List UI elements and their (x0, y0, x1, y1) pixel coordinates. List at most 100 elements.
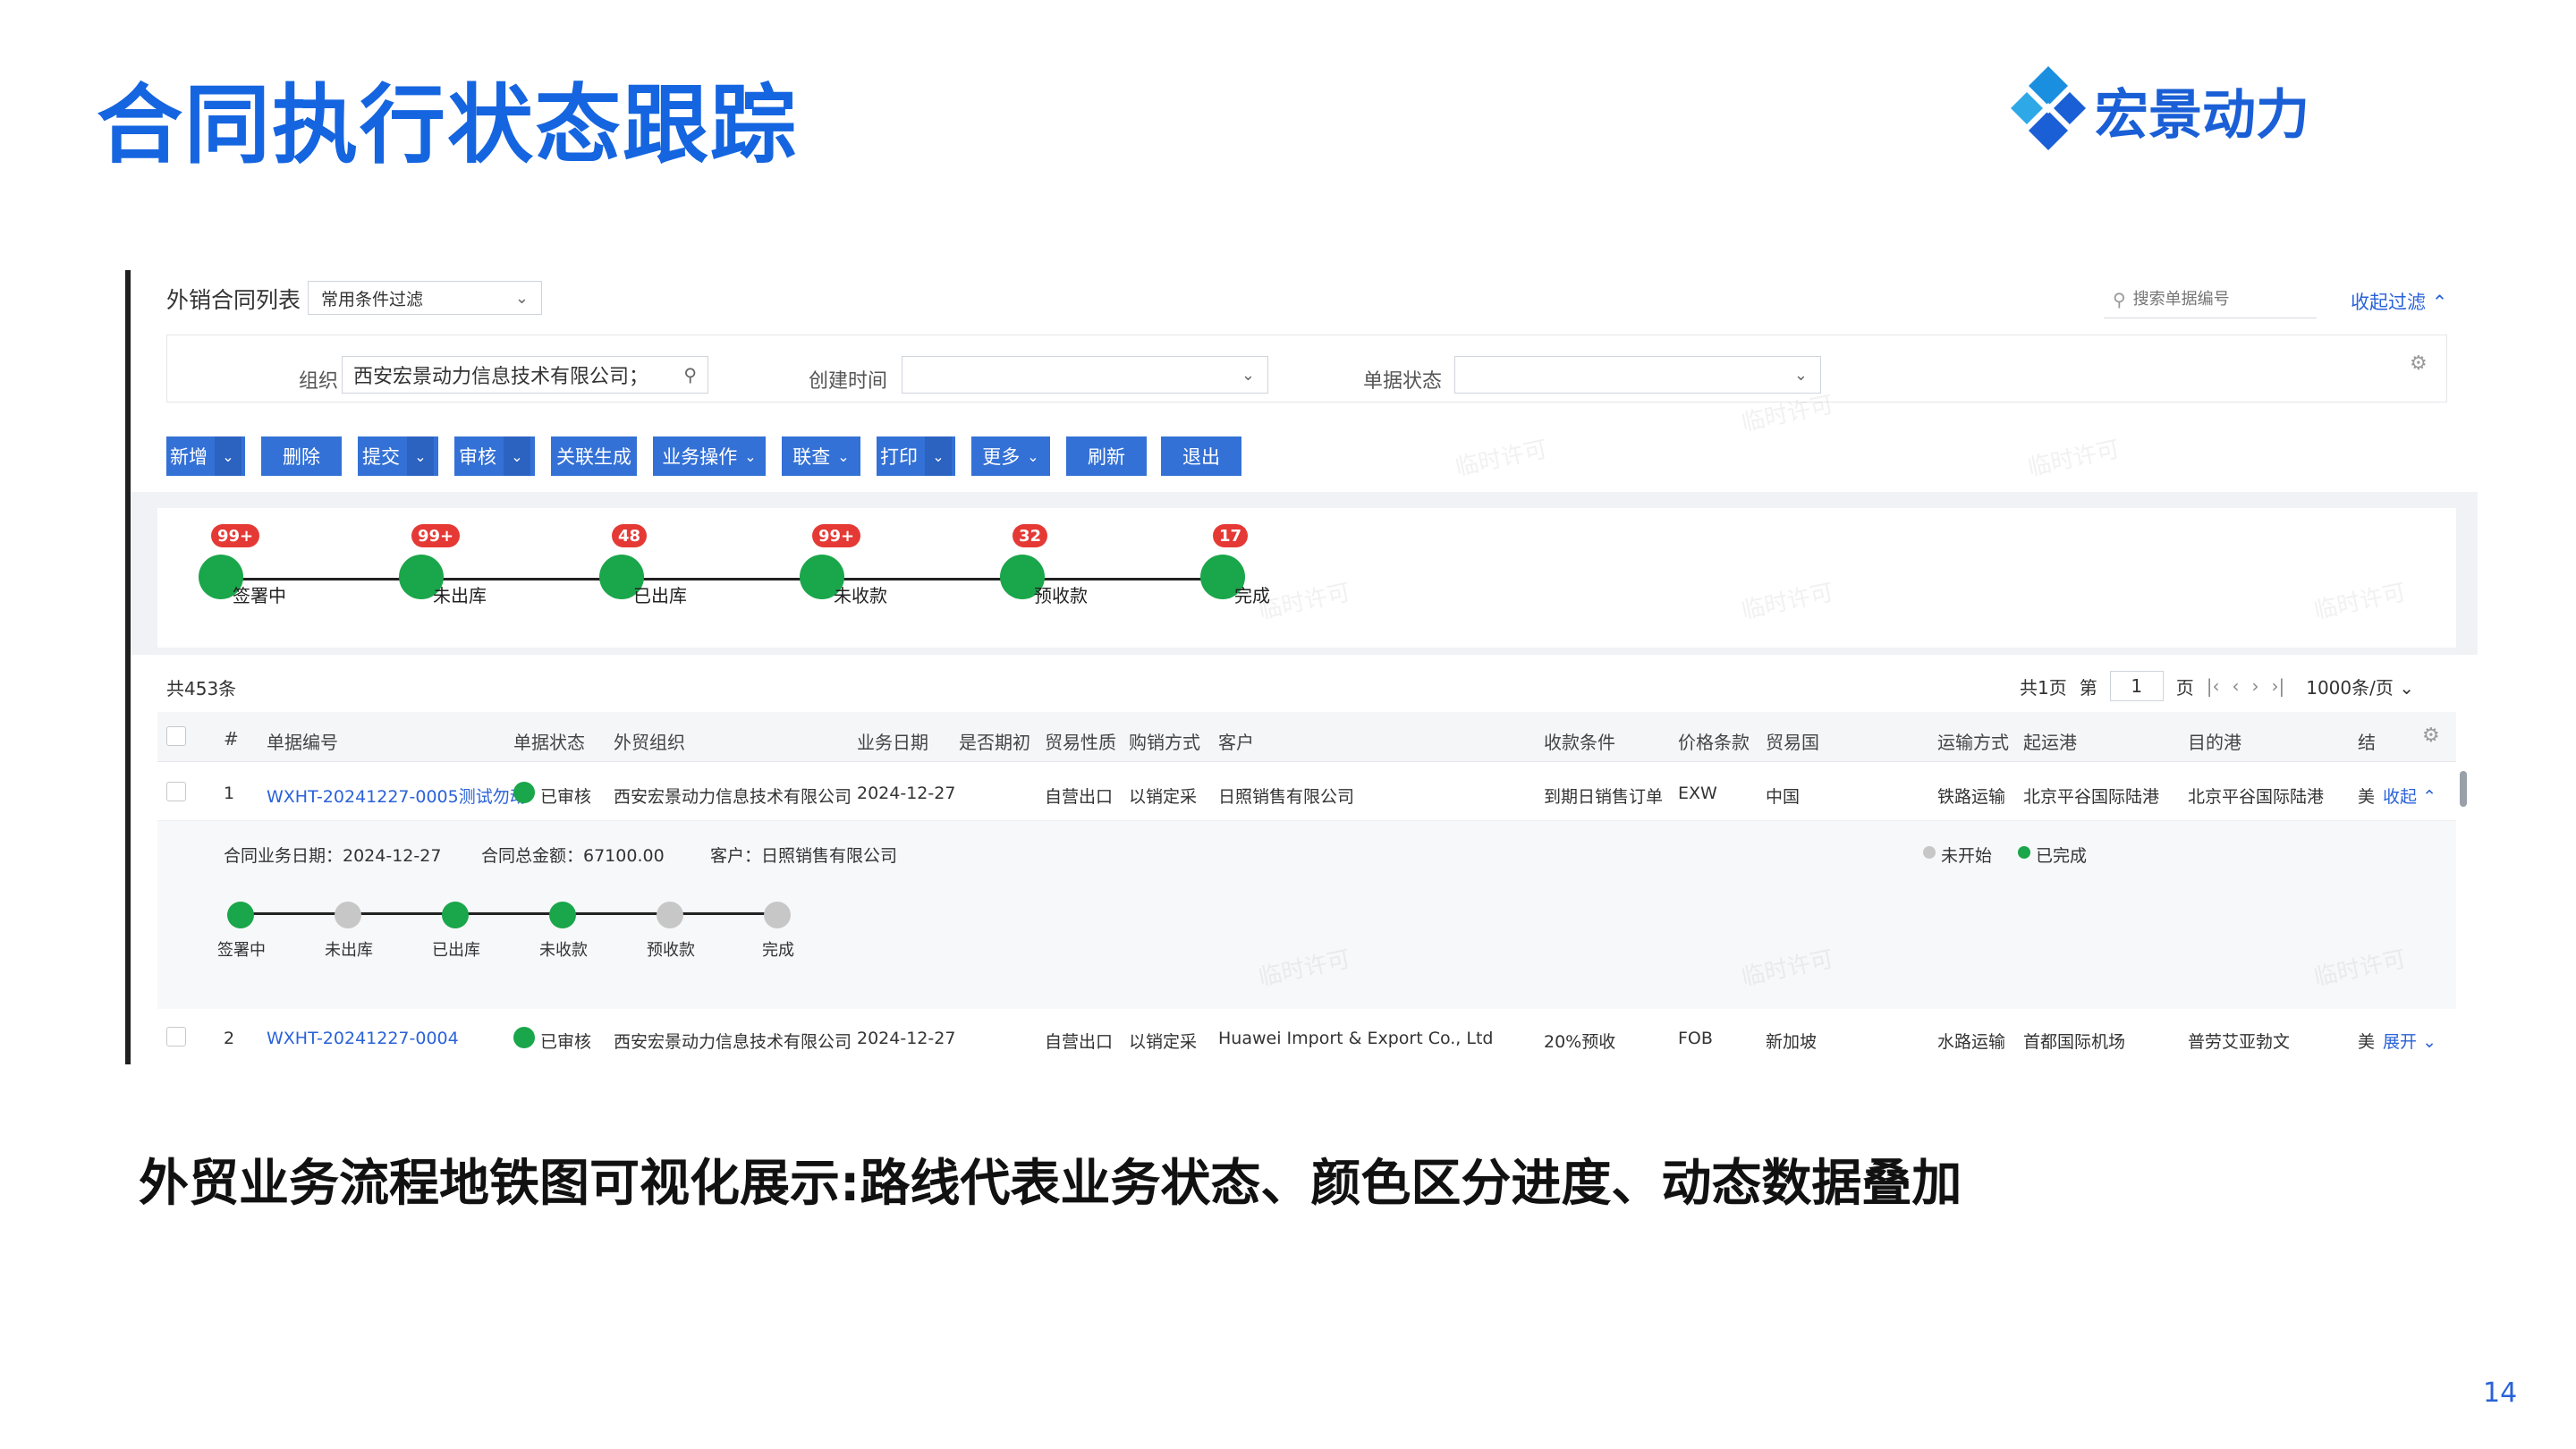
row-code-link[interactable]: WXHT-20241227-0005测试勿动 (267, 784, 527, 808)
created-label: 创建时间 (809, 370, 888, 393)
search-icon: ⚲ (2113, 288, 2126, 310)
delete-button[interactable]: 删除 (261, 436, 342, 476)
detail-stop-pending-dot (764, 902, 791, 928)
org-label: 组织 (299, 370, 339, 393)
col-org[interactable]: 外贸组织 (614, 728, 685, 754)
row-to-port: 北京平谷国际陆港 (2188, 787, 2325, 807)
col-status[interactable]: 单据状态 (513, 728, 585, 754)
filter-preset-select[interactable]: 常用条件过滤 ⌄ (308, 281, 542, 315)
org-field[interactable]: 西安宏景动力信息技术有限公司； ⚲ (342, 356, 708, 394)
generate-related-button[interactable]: 关联生成 (551, 436, 637, 476)
row-checkbox[interactable] (166, 1027, 186, 1046)
lookup-button[interactable]: 联查 ⌄ (782, 436, 860, 476)
col-code[interactable]: 单据编号 (267, 728, 338, 754)
summary-stop-count-badge: 99+ (211, 524, 260, 547)
org-value: 西安宏景动力信息技术有限公司； (353, 366, 649, 388)
chevron-down-icon[interactable]: ⌄ (407, 436, 434, 476)
page-size-value: 1000条/页 (2306, 676, 2394, 699)
page-size-select[interactable]: 1000条/页 ⌄ (2306, 674, 2414, 699)
add-button-label: 新增 (170, 446, 208, 468)
refresh-button[interactable]: 刷新 (1066, 436, 1147, 476)
row-payment: 20%预收 (1544, 1032, 1616, 1052)
first-page-icon[interactable]: |‹ (2207, 675, 2220, 697)
more-button[interactable]: 更多 ⌄ (971, 436, 1050, 476)
submit-button-label: 提交 (362, 446, 400, 468)
col-extra[interactable]: 结 (2358, 728, 2376, 754)
total-pages: 共1页 (2020, 676, 2067, 699)
created-date-select[interactable]: ⌄ (902, 356, 1268, 394)
select-all-checkbox[interactable] (166, 726, 186, 746)
table-scrollbar[interactable] (2460, 771, 2467, 807)
summary-stop-count-badge: 99+ (812, 524, 861, 547)
legend-pending-dot (1923, 846, 1936, 859)
row-country: 新加坡 (1766, 1032, 1818, 1052)
column-settings-icon[interactable]: ⚙ (2422, 724, 2440, 747)
summary-stop-count-badge: 99+ (411, 524, 461, 547)
approved-status-dot (513, 1027, 535, 1048)
row-purchase: 以销定采 (1129, 1032, 1198, 1052)
collapse-filter-link[interactable]: 收起过滤 ⌃ (2351, 288, 2447, 315)
col-payment[interactable]: 收款条件 (1544, 728, 1615, 754)
summary-stop-label: 已出库 (633, 585, 687, 606)
collapse-row-label: 收起 (2383, 787, 2418, 807)
col-to-port[interactable]: 目的港 (2188, 728, 2241, 754)
row-org: 西安宏景动力信息技术有限公司 (614, 1032, 852, 1052)
col-initial[interactable]: 是否期初 (959, 728, 1030, 754)
col-country[interactable]: 贸易国 (1766, 728, 1819, 754)
add-button[interactable]: 新增 ⌄ (166, 436, 245, 476)
page-number: 14 (2483, 1377, 2518, 1409)
row-trade: 自营出口 (1045, 1032, 1114, 1052)
prev-page-icon[interactable]: ‹ (2232, 675, 2239, 697)
page-prefix: 第 (2079, 676, 2097, 699)
detail-amount: 合同总金额：67100.00 (481, 846, 665, 866)
exit-button[interactable]: 退出 (1161, 436, 1241, 476)
col-transport[interactable]: 运输方式 (1937, 728, 2009, 754)
chevron-down-icon[interactable]: ⌄ (925, 436, 952, 476)
summary-stop-label: 未收款 (834, 585, 887, 606)
col-purchase[interactable]: 购销方式 (1129, 728, 1200, 754)
chevron-up-icon: ⌃ (2431, 292, 2448, 313)
col-from-port[interactable]: 起运港 (2023, 728, 2077, 754)
delete-button-label: 删除 (283, 446, 320, 468)
collapse-row-button[interactable]: 收起 ⌃ (2383, 784, 2436, 808)
table-header-row (157, 712, 2456, 762)
detail-stop-done-dot (549, 902, 576, 928)
print-button[interactable]: 打印 ⌄ (877, 436, 955, 476)
search-box[interactable]: ⚲ (2104, 281, 2317, 318)
row-checkbox[interactable] (166, 782, 186, 801)
chevron-down-icon[interactable]: ⌄ (215, 436, 242, 476)
col-date[interactable]: 业务日期 (857, 728, 928, 754)
chevron-down-icon: ⌄ (1027, 447, 1039, 465)
col-price[interactable]: 价格条款 (1678, 728, 1750, 754)
search-input[interactable] (2132, 290, 2303, 309)
page-input[interactable]: 1 (2109, 671, 2164, 701)
business-ops-button[interactable]: 业务操作 ⌄ (653, 436, 766, 476)
detail-stop-label: 已出库 (432, 941, 480, 960)
row-price: EXW (1678, 784, 1717, 803)
summary-stop-label: 签署中 (233, 585, 286, 606)
list-title: 外销合同列表 (166, 287, 301, 313)
status-select[interactable]: ⌄ (1454, 356, 1821, 394)
gear-icon[interactable]: ⚙ (2410, 352, 2428, 375)
exit-label: 退出 (1182, 446, 1220, 468)
row-code-link[interactable]: WXHT-20241227-0004 (267, 1029, 459, 1048)
detail-date: 合同业务日期：2024-12-27 (224, 846, 442, 866)
last-page-icon[interactable]: ›| (2271, 675, 2284, 697)
audit-button[interactable]: 审核 ⌄ (454, 436, 535, 476)
chevron-down-icon[interactable]: ⌄ (504, 436, 530, 476)
search-icon[interactable]: ⚲ (683, 364, 697, 386)
logo-mark-icon (2011, 66, 2086, 150)
row-from-port: 首都国际机场 (2023, 1032, 2126, 1052)
row-status: 已审核 (540, 787, 592, 807)
submit-button[interactable]: 提交 ⌄ (358, 436, 438, 476)
col-trade[interactable]: 贸易性质 (1045, 728, 1116, 754)
summary-metro-line (220, 578, 1222, 580)
row-customer: Huawei Import & Export Co., Ltd (1218, 1029, 1494, 1048)
summary-stop-label: 预收款 (1034, 585, 1088, 606)
expand-row-button[interactable]: 展开 ⌄ (2383, 1029, 2436, 1053)
col-customer[interactable]: 客户 (1218, 728, 1254, 754)
next-page-icon[interactable]: › (2251, 675, 2258, 697)
detail-stop-label: 未出库 (325, 941, 373, 960)
row-org: 西安宏景动力信息技术有限公司 (614, 787, 852, 807)
legend-done: 已完成 (2036, 846, 2088, 866)
